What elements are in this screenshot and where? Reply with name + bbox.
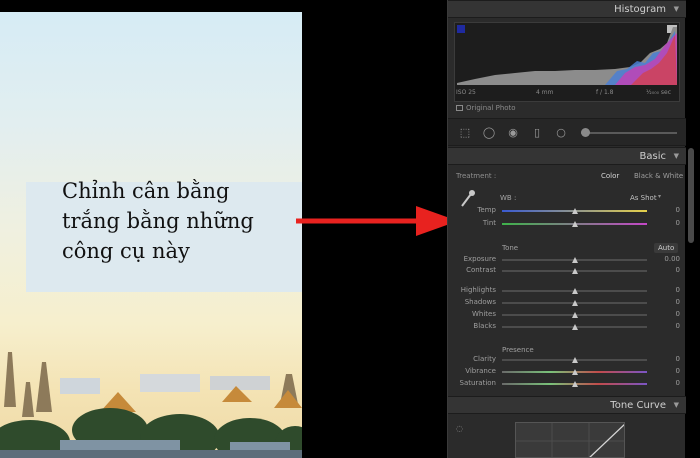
shadows-value[interactable]: 0: [660, 298, 680, 306]
develop-panel: Histogram ▼ ISO 25 4 mm f / 1.8 ¹⁄₂₀₀₀ s…: [447, 0, 686, 458]
temp-label: Temp: [477, 206, 496, 214]
tint-value[interactable]: 0: [660, 219, 680, 227]
clarity-label: Clarity: [473, 355, 496, 363]
callout-line-2: trắng bằng những: [62, 209, 254, 233]
highlights-slider-knob[interactable]: [571, 288, 578, 294]
histogram-header[interactable]: Histogram ▼: [448, 0, 686, 18]
vibrance-label: Vibrance: [465, 367, 496, 375]
brush-slider[interactable]: [581, 128, 677, 137]
tool-strip: ⬚ ◯ ◉ ▯ ○: [448, 118, 686, 146]
red-arrow-icon: [296, 206, 458, 236]
tone-curve-line: [516, 423, 624, 457]
vibrance-value[interactable]: 0: [660, 367, 680, 375]
color-button[interactable]: Color: [601, 172, 619, 180]
tone-curve-title: Tone Curve: [610, 400, 666, 411]
saturation-label: Saturation: [459, 379, 497, 387]
tone-curve-graph[interactable]: [515, 422, 625, 458]
callout-line-3: công cụ này: [62, 239, 190, 263]
exposure-label: Exposure: [463, 255, 496, 263]
blacks-value[interactable]: 0: [660, 322, 680, 330]
shadows-label: Shadows: [464, 298, 496, 306]
checkbox-icon[interactable]: [456, 105, 463, 111]
red-eye-icon[interactable]: ◉: [506, 126, 520, 140]
contrast-slider-knob[interactable]: [571, 268, 578, 274]
clarity-slider-knob[interactable]: [571, 357, 578, 363]
aperture: f / 1.8: [596, 89, 614, 96]
tint-slider-knob[interactable]: [571, 221, 578, 227]
saturation-slider-knob[interactable]: [571, 381, 578, 387]
blacks-slider-knob[interactable]: [571, 324, 578, 330]
treatment-label: Treatment :: [456, 172, 497, 180]
temp-slider-knob[interactable]: [571, 208, 578, 214]
presence-label: Presence: [502, 346, 534, 354]
whites-label: Whites: [471, 310, 496, 318]
focal-length: 4 mm: [536, 89, 554, 96]
shadows-slider-knob[interactable]: [571, 300, 578, 306]
dropdown-arrow-icon[interactable]: ▾: [658, 193, 661, 200]
blacks-label: Blacks: [473, 322, 496, 330]
whites-value[interactable]: 0: [660, 310, 680, 318]
basic-header[interactable]: Basic ▼: [448, 147, 686, 165]
exposure-value[interactable]: 0.00: [660, 255, 680, 263]
highlights-value[interactable]: 0: [660, 286, 680, 294]
callout-box: Chỉnh cân bằng trắng bằng những công cụ …: [26, 179, 302, 292]
collapse-triangle-icon[interactable]: ▼: [674, 1, 679, 18]
whites-slider-knob[interactable]: [571, 312, 578, 318]
target-adjust-icon[interactable]: ◌: [456, 424, 463, 433]
wb-select[interactable]: As Shot: [630, 194, 657, 202]
iso: ISO 25: [456, 89, 476, 96]
contrast-label: Contrast: [466, 266, 496, 274]
crop-icon[interactable]: ⬚: [458, 126, 472, 140]
wb-label: WB :: [500, 194, 517, 202]
clarity-value[interactable]: 0: [660, 355, 680, 363]
contrast-value[interactable]: 0: [660, 266, 680, 274]
vibrance-slider-knob[interactable]: [571, 369, 578, 375]
collapse-triangle-icon[interactable]: ▼: [674, 148, 679, 165]
radial-filter-icon[interactable]: ○: [554, 126, 568, 140]
tint-label: Tint: [482, 219, 496, 227]
black-white-button[interactable]: Black & White: [634, 172, 683, 180]
graduated-filter-icon[interactable]: ▯: [530, 126, 544, 140]
highlights-label: Highlights: [460, 286, 496, 294]
photo-preview: Chỉnh cân bằng trắng bằng những công cụ …: [0, 12, 302, 458]
basic-title: Basic: [639, 151, 666, 162]
tone-curve-header[interactable]: Tone Curve ▼: [448, 396, 686, 414]
saturation-value[interactable]: 0: [660, 379, 680, 387]
auto-button[interactable]: Auto: [654, 243, 679, 253]
collapse-triangle-icon[interactable]: ▼: [674, 397, 679, 414]
panel-scrollbar[interactable]: [688, 148, 694, 243]
temp-value[interactable]: 0: [660, 206, 680, 214]
original-photo-label: Original Photo: [466, 104, 516, 112]
tone-label: Tone: [502, 244, 519, 252]
shadow-clipping-icon: [457, 25, 465, 33]
original-photo-toggle[interactable]: Original Photo: [456, 104, 516, 112]
shutter: ¹⁄₂₀₀₀ sec: [646, 89, 672, 96]
callout-line-1: Chỉnh cân bằng: [62, 179, 230, 203]
spot-removal-icon[interactable]: ◯: [482, 126, 496, 140]
exposure-slider-knob[interactable]: [571, 257, 578, 263]
histogram-title: Histogram: [614, 4, 666, 15]
